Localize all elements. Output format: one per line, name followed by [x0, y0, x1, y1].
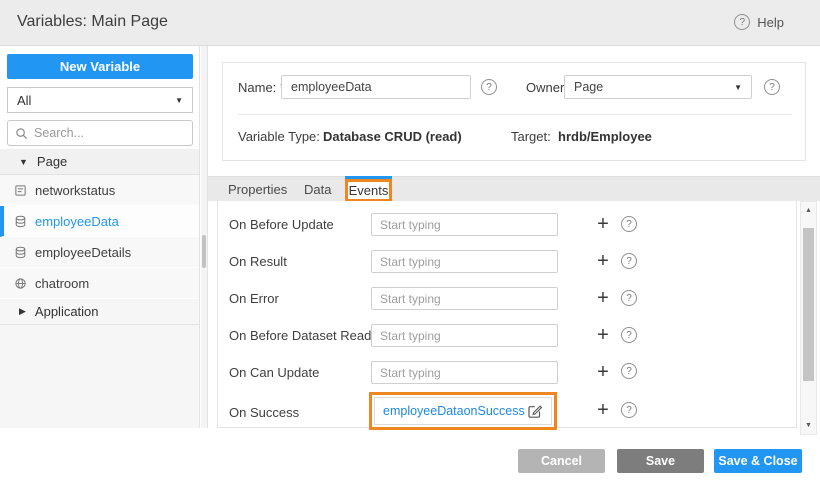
event-label: On Before Update: [229, 217, 334, 232]
events-panel: On Before Update + ? On Result + ? On Er…: [217, 201, 797, 428]
variable-filter-select[interactable]: All ▼: [7, 87, 193, 113]
cancel-button[interactable]: Cancel: [518, 449, 605, 473]
new-variable-button[interactable]: New Variable: [7, 54, 193, 79]
sidebar-item-chatroom[interactable]: chatroom: [0, 268, 199, 299]
globe-icon: [14, 277, 27, 290]
tab-bar: Properties Data Events: [208, 176, 820, 201]
annotation-highlight-on-success: employeeDataonSuccess: [369, 392, 557, 430]
question-icon[interactable]: ?: [621, 290, 637, 306]
variable-form-box: Name: * ? Owner: * Page ▼ ? Variable Typ…: [222, 62, 806, 161]
sidebar-item-label: chatroom: [35, 276, 89, 291]
variables-sidebar: New Variable All ▼ ▼ Page: [0, 46, 200, 428]
search-box: [7, 120, 193, 146]
event-label: On Before Dataset Ready: [229, 328, 378, 343]
tree-group-label: Application: [35, 304, 99, 319]
name-field[interactable]: [281, 75, 471, 99]
database-icon: [14, 215, 27, 228]
event-input-on-result[interactable]: [371, 250, 558, 273]
event-label: On Result: [229, 254, 287, 269]
plus-icon[interactable]: +: [593, 251, 613, 271]
plus-icon[interactable]: +: [593, 400, 613, 420]
device-icon: [14, 184, 27, 197]
tree-group-application[interactable]: ▶ Application: [0, 299, 199, 325]
event-input-on-before-dataset-ready[interactable]: [371, 324, 558, 347]
tree-group-label: Page: [37, 154, 67, 169]
on-success-binding: employeeDataonSuccess: [374, 397, 552, 425]
tree-group-page[interactable]: ▼ Page: [0, 149, 199, 175]
form-divider: [238, 114, 792, 115]
chevron-down-icon: ▼: [175, 96, 183, 105]
caret-right-icon: ▶: [19, 306, 26, 317]
plus-icon[interactable]: +: [593, 362, 613, 382]
variable-tree: ▼ Page networkstatus employeeData: [0, 149, 199, 428]
help-icon: ?: [734, 14, 750, 30]
event-label: On Success: [229, 405, 299, 420]
owner-value: Page: [574, 80, 603, 94]
save-button[interactable]: Save: [617, 449, 704, 473]
variable-type-label: Variable Type:: [238, 129, 320, 144]
event-label: On Error: [229, 291, 279, 306]
question-icon[interactable]: ?: [621, 402, 637, 418]
name-label: Name: *: [238, 80, 285, 95]
database-icon: [14, 246, 27, 259]
owner-help-icon[interactable]: ?: [764, 79, 780, 95]
help-link[interactable]: ? Help: [734, 14, 784, 30]
dialog-footer: Cancel Save Save & Close: [0, 437, 820, 491]
sidebar-item-label: employeeDetails: [35, 245, 131, 260]
search-icon: [15, 127, 28, 140]
scroll-up-icon[interactable]: ▲: [801, 207, 816, 214]
plus-icon[interactable]: +: [593, 214, 613, 234]
target-label: Target:: [511, 129, 551, 144]
sidebar-item-label: networkstatus: [35, 183, 115, 198]
question-icon[interactable]: ?: [621, 253, 637, 269]
sidebar-item-label: employeeData: [35, 214, 119, 229]
tab-events[interactable]: Events: [345, 179, 392, 202]
save-and-close-button[interactable]: Save & Close: [714, 449, 802, 473]
sidebar-item-employeedetails[interactable]: employeeDetails: [0, 237, 199, 268]
on-success-handler-link[interactable]: employeeDataonSuccess: [383, 404, 525, 418]
tab-data[interactable]: Data: [304, 177, 331, 202]
plus-icon[interactable]: +: [593, 325, 613, 345]
page-title: Variables: Main Page: [17, 13, 168, 31]
filter-value: All: [17, 93, 31, 108]
event-label: On Can Update: [229, 365, 319, 380]
question-icon[interactable]: ?: [621, 363, 637, 379]
tab-properties[interactable]: Properties: [228, 177, 287, 202]
owner-select[interactable]: Page ▼: [564, 75, 752, 99]
sidebar-scrollbar-thumb[interactable]: [202, 235, 206, 268]
sidebar-item-employeedata[interactable]: employeeData: [0, 206, 199, 237]
variables-dialog: Variables: Main Page ? Help New Variable…: [0, 0, 820, 491]
event-input-on-can-update[interactable]: [371, 361, 558, 384]
plus-icon[interactable]: +: [593, 288, 613, 308]
edit-icon[interactable]: [527, 403, 543, 419]
scrollbar-thumb[interactable]: [803, 228, 814, 381]
variable-type-value: Database CRUD (read): [323, 129, 462, 144]
event-input-on-error[interactable]: [371, 287, 558, 310]
variable-summary-section: Name: * ? Owner: * Page ▼ ? Variable Typ…: [208, 46, 820, 176]
sidebar-item-networkstatus[interactable]: networkstatus: [0, 175, 199, 206]
question-icon[interactable]: ?: [621, 216, 637, 232]
events-scrollbar[interactable]: ▲ ▼: [800, 201, 817, 435]
caret-down-icon: ▼: [19, 157, 28, 167]
chevron-down-icon: ▼: [734, 83, 742, 92]
search-input[interactable]: [34, 126, 185, 140]
event-input-on-before-update[interactable]: [371, 213, 558, 236]
dialog-header: Variables: Main Page ? Help: [0, 0, 820, 46]
name-help-icon[interactable]: ?: [481, 79, 497, 95]
scroll-down-icon[interactable]: ▼: [801, 422, 816, 429]
target-value: hrdb/Employee: [558, 129, 652, 144]
help-label: Help: [757, 15, 784, 30]
question-icon[interactable]: ?: [621, 327, 637, 343]
